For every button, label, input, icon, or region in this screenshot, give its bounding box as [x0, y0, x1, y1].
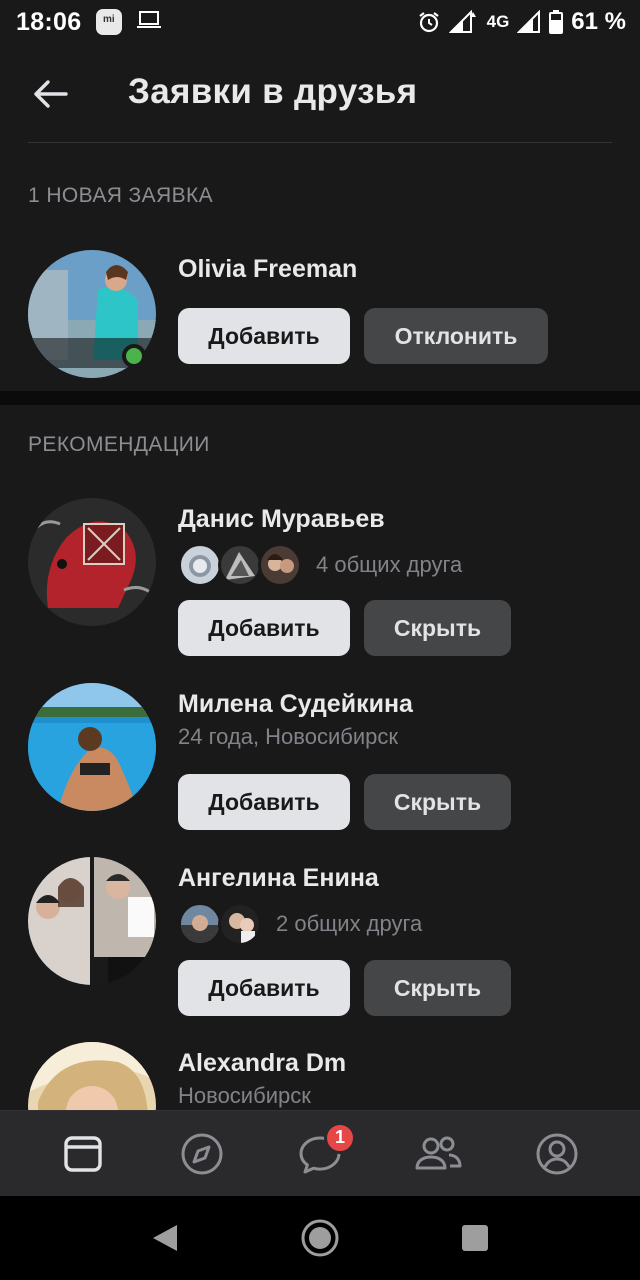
signal-icon	[448, 10, 476, 33]
alarm-icon	[418, 12, 439, 33]
hide-button[interactable]: Скрыть	[364, 600, 511, 656]
network-type: 4G	[486, 12, 510, 31]
page-title: Заявки в друзья	[128, 72, 418, 111]
triangle-back-icon	[153, 1225, 178, 1251]
person-name[interactable]: Alexandra Dm	[178, 1049, 346, 1078]
compass-icon	[181, 1133, 223, 1174]
battery-percent: 61 %	[571, 8, 626, 35]
person-info: Новосибирск	[178, 1083, 311, 1108]
tab-discover[interactable]	[162, 1114, 242, 1194]
mutual-friend-avatar	[218, 902, 262, 946]
mutual-friend-avatar	[218, 543, 262, 587]
mutual-friends[interactable]: 2 общих друга	[178, 902, 422, 946]
mutual-friend-avatar	[258, 543, 302, 587]
back-button[interactable]	[28, 72, 72, 116]
tab-messages[interactable]: 1	[280, 1114, 360, 1194]
header: Заявки в друзья	[0, 44, 640, 142]
mutual-friends-count: 2 общих друга	[276, 911, 423, 936]
friends-icon	[415, 1136, 462, 1169]
person-name[interactable]: Ангелина Енина	[178, 864, 379, 893]
hide-button[interactable]: Скрыть	[364, 960, 511, 1016]
person-name[interactable]: Милена Судейкина	[178, 690, 413, 719]
laptop-icon	[137, 11, 161, 28]
avatar[interactable]	[28, 857, 156, 985]
avatar[interactable]	[28, 498, 156, 626]
system-navigation-bar	[0, 1196, 640, 1280]
online-indicator	[122, 344, 146, 368]
square-recents-icon	[461, 1225, 488, 1251]
status-time: 18:06	[16, 8, 82, 36]
tab-profile[interactable]	[517, 1114, 597, 1194]
profile-icon	[536, 1133, 578, 1174]
requests-section-title: 1 НОВАЯ ЗАЯВКА	[28, 184, 214, 207]
add-button[interactable]: Добавить	[178, 600, 350, 656]
section-separator	[0, 391, 640, 405]
battery-icon	[549, 10, 564, 34]
mutual-friend-avatar	[178, 902, 222, 946]
status-bar: 18:06 4G 61 %	[0, 0, 640, 44]
mutual-friends-count: 4 общих друга	[316, 552, 463, 577]
hide-button[interactable]: Скрыть	[364, 774, 511, 830]
person-name[interactable]: Данис Муравьев	[178, 505, 385, 534]
decline-button[interactable]: Отклонить	[364, 308, 548, 364]
arrow-left-icon	[34, 80, 68, 108]
nav-back-button[interactable]	[135, 1208, 195, 1268]
mi-notification-icon	[96, 9, 122, 35]
mutual-friend-avatar	[178, 543, 222, 587]
unread-badge: 1	[323, 1121, 356, 1154]
circle-home-icon	[301, 1219, 339, 1257]
nav-home-button[interactable]	[290, 1208, 350, 1268]
bottom-tab-bar: 1	[0, 1110, 640, 1196]
divider	[28, 142, 612, 143]
nav-recents-button[interactable]	[445, 1208, 505, 1268]
add-button[interactable]: Добавить	[178, 774, 350, 830]
news-icon	[64, 1135, 102, 1172]
tab-friends[interactable]	[398, 1114, 478, 1194]
mutual-friends[interactable]: 4 общих друга	[178, 543, 462, 587]
person-name[interactable]: Olivia Freeman	[178, 255, 357, 284]
signal-icon-2	[517, 10, 541, 33]
person-info: 24 года, Новосибирск	[178, 724, 399, 749]
add-button[interactable]: Добавить	[178, 960, 350, 1016]
recommendations-section-title: РЕКОМЕНДАЦИИ	[28, 433, 210, 456]
status-indicators: 4G 61 %	[417, 8, 626, 36]
add-button[interactable]: Добавить	[178, 308, 350, 364]
avatar[interactable]	[28, 683, 156, 811]
tab-news[interactable]	[43, 1114, 123, 1194]
